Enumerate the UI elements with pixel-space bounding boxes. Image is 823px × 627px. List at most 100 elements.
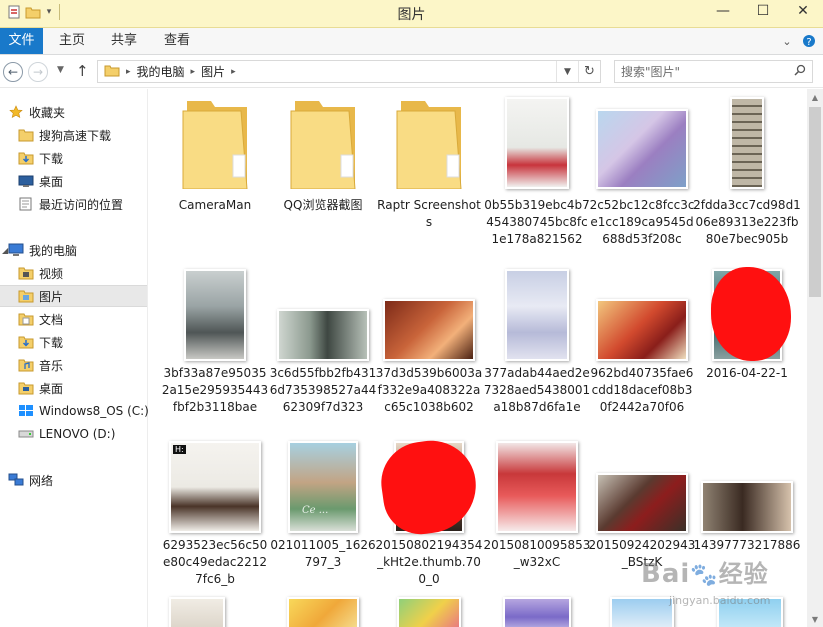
image-thumbnail (397, 597, 461, 627)
file-name: 2c52bc12c8fcc3ce1cc189ca9545d688d53f208c (589, 198, 695, 246)
maximize-button[interactable]: ☐ (743, 0, 783, 22)
tab-file[interactable]: 文件 (0, 28, 43, 54)
breadcrumb-separator-icon: ▸ (190, 66, 196, 77)
file-name: 962bd40735fae6cdd18dacef08b30f2442a70f06 (590, 366, 694, 414)
title-bar: ▾ 图片 — ☐ ✕ (0, 0, 823, 28)
desktop-folder-icon (18, 380, 34, 396)
search-input[interactable] (621, 64, 781, 79)
ribbon-tab-bar: 文件 主页 共享 查看 ⌄ ? (0, 28, 823, 55)
file-name: 0b55b319ebc4b7454380745bc8fc1e178a821562 (484, 198, 590, 246)
collapse-chevron-icon[interactable]: ◢ (2, 246, 8, 255)
video-folder-icon (18, 265, 34, 281)
navigation-pane: 收藏夹 搜狗高速下载 下载 桌面 最近访问的位置 ◢ 我的电脑 视频 图片 文档… (0, 89, 149, 627)
tab-home[interactable]: 主页 (52, 28, 92, 54)
file-name: 3c6d55fbb2fb4316d735398527a4462309f7d323 (269, 366, 377, 414)
redaction-mark (711, 267, 791, 361)
sidebar-item-downloads-fav[interactable]: 下载 (18, 147, 165, 169)
photo-signature: Ce ... (302, 505, 329, 516)
refresh-icon[interactable]: ↻ (578, 61, 600, 82)
search-icon[interactable] (794, 64, 806, 79)
sidebar-item-drive-d[interactable]: LENOVO (D:) (18, 423, 165, 445)
up-arrow-icon[interactable]: ↑ (76, 62, 89, 80)
desktop-icon (18, 173, 34, 189)
sidebar-item-downloads[interactable]: 下载 (18, 331, 165, 353)
file-name: Raptr Screenshots (377, 198, 481, 229)
breadcrumb: ▸ 我的电脑 ▸ 图片 ▸ (98, 63, 556, 80)
image-thumbnail (697, 441, 797, 533)
file-name: 20150810095853_w32xC (483, 538, 591, 569)
image-thumbnail (287, 597, 359, 627)
image-thumbnail (379, 269, 479, 361)
sidebar-item-documents[interactable]: 文档 (18, 308, 165, 330)
address-bar[interactable]: ▸ 我的电脑 ▸ 图片 ▸ ▼ ↻ (97, 60, 601, 83)
folder-icon (379, 97, 479, 189)
image-thumbnail (610, 597, 674, 627)
file-name: 6293523ec56c50e80c49edac22127fc6_b (162, 538, 268, 586)
sidebar-my-computer-header[interactable]: ◢ 我的电脑 (2, 239, 155, 261)
window-title: 图片 (397, 7, 426, 23)
file-name: 14397773217886 (693, 538, 801, 552)
star-icon (8, 104, 24, 120)
folder-icon (273, 97, 373, 189)
help-icon[interactable]: ? (801, 33, 817, 49)
sidebar-item-desktop[interactable]: 桌面 (18, 377, 165, 399)
file-name: CameraMan (178, 198, 252, 212)
sidebar-item-desktop-fav[interactable]: 桌面 (18, 170, 165, 192)
download-folder-icon (18, 150, 34, 166)
breadcrumb-pictures[interactable]: 图片 (201, 63, 225, 80)
breadcrumb-separator-icon: ▸ (126, 66, 131, 77)
image-thumbnail (592, 269, 692, 361)
breadcrumb-separator-icon: ▸ (231, 66, 236, 77)
windows-drive-icon (18, 403, 34, 419)
tab-view[interactable]: 查看 (157, 28, 197, 54)
computer-icon (8, 242, 24, 258)
network-icon (8, 472, 24, 488)
image-thumbnail (592, 441, 692, 533)
folder-icon (18, 127, 34, 143)
image-thumbnail: Ce ... (273, 441, 373, 533)
file-list-view: CameraMan QQ浏览器截图 Raptr Screenshots 0b55… (149, 89, 807, 627)
file-name: 37d3d539b6003af332e9a408322ac65c1038b602 (375, 366, 483, 414)
image-thumbnail (503, 597, 571, 627)
recent-locations-dropdown-icon[interactable]: ▼ (57, 65, 64, 75)
folder-icon (165, 97, 265, 189)
sidebar-item-pictures[interactable]: 图片 (0, 285, 147, 307)
scroll-down-icon[interactable]: ▼ (807, 611, 823, 627)
sidebar-network-header[interactable]: 网络 (8, 469, 155, 491)
pictures-folder-icon (18, 288, 34, 304)
image-thumbnail (169, 597, 225, 627)
file-name: 3bf33a87e950352a15e295935443fbf2b3118bae (161, 366, 269, 414)
close-button[interactable]: ✕ (783, 0, 823, 22)
navigation-bar: ← → ▼ ↑ ▸ 我的电脑 ▸ 图片 ▸ ▼ ↻ (0, 56, 823, 88)
watermark-logo: Bai🐾经验 (641, 559, 769, 589)
forward-button[interactable]: → (28, 62, 48, 82)
image-thumbnail (273, 269, 373, 361)
sidebar-item-sogou-download[interactable]: 搜狗高速下载 (18, 124, 165, 146)
address-history-dropdown-icon[interactable]: ▼ (556, 61, 578, 82)
sidebar-item-videos[interactable]: 视频 (18, 262, 165, 284)
image-thumbnail (697, 97, 797, 189)
back-button[interactable]: ← (3, 62, 23, 82)
image-thumbnail (487, 269, 587, 361)
vertical-scrollbar[interactable]: ▲ ▼ (807, 89, 823, 627)
sidebar-favorites-header[interactable]: 收藏夹 (8, 101, 155, 123)
file-name: 377adab44aed2e7328aed5438001a18b87d6fa1e (483, 366, 591, 414)
file-name: 2fdda3cc7cd98d106e89313e223fb80e7bec905b (693, 198, 801, 246)
file-name: 20150802194354_kHt2e.thumb.700_0 (375, 538, 483, 586)
image-thumbnail (165, 269, 265, 361)
file-name: QQ浏览器截图 (283, 198, 363, 212)
file-name: 2016-04-22-1 (706, 366, 788, 380)
watermark-url: jingyan.baidu.com (669, 594, 771, 607)
minimize-button[interactable]: — (703, 0, 743, 22)
scrollbar-thumb[interactable] (809, 107, 821, 297)
scroll-up-icon[interactable]: ▲ (807, 89, 823, 105)
sidebar-item-music[interactable]: 音乐 (18, 354, 165, 376)
tab-share[interactable]: 共享 (104, 28, 144, 54)
expand-ribbon-icon[interactable]: ⌄ (779, 33, 795, 49)
file-name: 021011005_1626797_3 (270, 538, 376, 569)
image-thumbnail: H: (165, 441, 265, 533)
drive-icon (18, 426, 34, 442)
sidebar-item-drive-c[interactable]: Windows8_OS (C:) (18, 400, 165, 422)
sidebar-item-recent-places[interactable]: 最近访问的位置 (18, 193, 165, 215)
breadcrumb-my-computer[interactable]: 我的电脑 (137, 63, 185, 80)
